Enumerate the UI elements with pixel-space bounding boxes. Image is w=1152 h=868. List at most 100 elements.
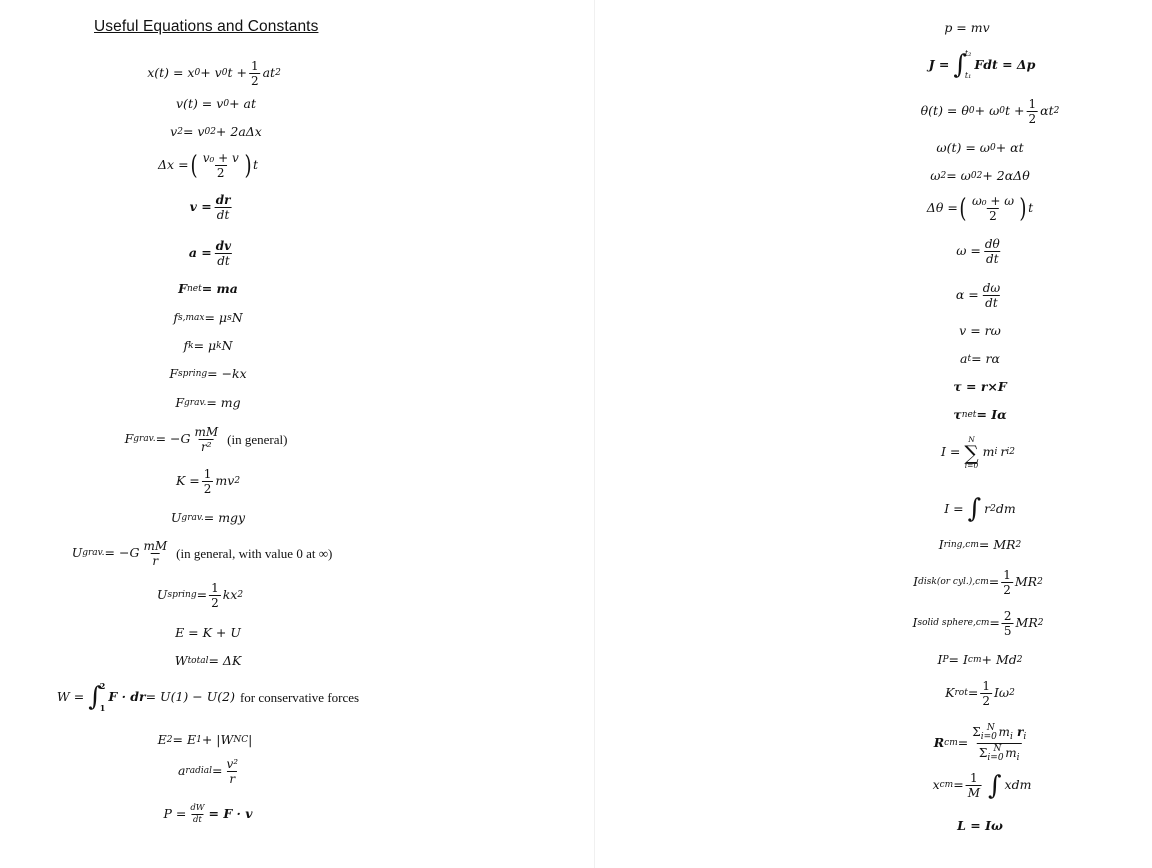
denominator: 5: [1001, 623, 1014, 638]
equation-kinetic-friction: fk = μkN: [183, 339, 232, 353]
eq-text: = mg: [206, 395, 241, 410]
eq-text: MR: [1015, 615, 1038, 631]
eq-text: Iω: [993, 685, 1010, 701]
numerator: 1: [970, 771, 978, 785]
eq-sup: 2: [1037, 618, 1044, 628]
eq-text: v = rω: [959, 323, 1001, 338]
denominator: r²: [199, 439, 214, 454]
eq-sub: grav.: [181, 512, 204, 523]
denominator: dt: [984, 251, 1001, 266]
lower-limit: 1: [99, 703, 106, 713]
page-divider: [594, 0, 595, 868]
left-paren: (: [959, 193, 967, 224]
eq-text: + 2aΔx: [215, 124, 262, 139]
numerator: v₀ + v: [202, 151, 239, 165]
denominator: dt: [190, 813, 204, 825]
summation: N ∑ i=0: [964, 436, 978, 469]
eq-text: U: [71, 545, 83, 561]
eq-text: =: [989, 615, 1000, 631]
fraction: mM r²: [192, 426, 220, 453]
eq-text: =: [211, 763, 223, 779]
numerator: v²: [226, 757, 239, 771]
eq-text: L = Iω: [957, 818, 1003, 833]
eq-text: m: [1001, 746, 1017, 760]
equation-ring-inertia: Iring,cm = MR 2: [939, 538, 1022, 552]
eq-text: = ma: [201, 281, 238, 296]
denominator: 2: [214, 165, 227, 180]
fraction: 12: [1001, 569, 1013, 596]
eq-sup: 2: [1037, 577, 1043, 587]
eq-text: K: [945, 685, 955, 701]
eq-text: + αt: [995, 140, 1024, 155]
eq-sup: 2: [275, 68, 281, 78]
equation-velocity-time: v(t) = v0 + at: [176, 96, 256, 111]
equation-work-integral: W = ∫ 2 1 F · dr = U(1) − U(2) for conserv…: [57, 682, 359, 712]
denominator: 2: [1026, 111, 1039, 126]
eq-text: xdm: [1004, 777, 1032, 793]
eq-sup: 2: [234, 476, 241, 486]
denominator: 2: [980, 693, 992, 708]
eq-text: + |W: [201, 732, 234, 747]
eq-text: + ω: [974, 103, 1000, 119]
equation-omega-derivative: ω = dθ dt: [956, 238, 1004, 265]
equation-torque: τ = r×F: [953, 380, 1007, 394]
eq-text: N: [231, 310, 243, 325]
equation-center-of-mass-integral: x cm = 1M ∫ xdm: [933, 772, 1032, 799]
upper-limit: t₂: [964, 49, 972, 58]
eq-note: (in general, with value 0 at ∞): [176, 546, 333, 561]
eq-text: E = K + U: [175, 625, 241, 640]
eq-text: a: [960, 351, 968, 366]
sigma-icon: ∑: [964, 440, 979, 465]
eq-sub: NC: [233, 734, 249, 745]
eq-text: + at: [229, 96, 256, 111]
eq-text: + 2αΔθ: [982, 168, 1030, 183]
eq-text: = I: [948, 652, 968, 667]
numerator: mM: [143, 539, 168, 553]
eq-sup: 2: [237, 590, 244, 600]
eq-text: x(t) = x: [147, 65, 195, 81]
eq-text: E: [157, 732, 167, 747]
left-paren: (: [190, 150, 198, 181]
eq-text: U: [156, 587, 168, 603]
eq-text: α =: [955, 287, 979, 303]
eq-sub: cm: [944, 738, 958, 748]
eq-text: v =: [189, 199, 212, 215]
equation-tangential-acceleration: at = rα: [960, 351, 1000, 366]
equation-acceleration-derivative: a = dv dt: [189, 240, 235, 267]
eq-text: a =: [188, 245, 212, 261]
eq-text: θ(t) = θ: [920, 103, 969, 119]
eq-text: = −kx: [207, 366, 247, 381]
equation-kinetic-energy: K = 12 mv 2: [176, 468, 240, 495]
equation-tangential-velocity: v = rω: [959, 323, 1001, 338]
fraction: 25: [1001, 609, 1014, 638]
eq-text: = −G: [104, 545, 140, 561]
eq-text: a: [177, 763, 186, 779]
eq-text: ω: [930, 168, 941, 183]
fraction: 12: [201, 468, 214, 495]
numerator: 2: [1003, 609, 1012, 623]
fraction: 1M: [965, 771, 982, 799]
eq-text: m: [994, 725, 1010, 739]
numerator: 1: [1028, 97, 1037, 111]
eq-text: = −G: [155, 431, 191, 447]
eq-text: + Md: [981, 652, 1017, 667]
eq-text: R: [933, 735, 945, 751]
eq-sub: cm: [939, 780, 954, 790]
eq-text: = E: [172, 732, 197, 747]
eq-sub: cm: [967, 654, 982, 665]
eq-note: (in general): [227, 432, 288, 447]
denominator: dt: [983, 295, 1000, 310]
numerator: dW: [190, 803, 205, 813]
eq-sub: rot: [954, 688, 968, 698]
fraction: dW dt: [188, 804, 206, 824]
eq-text: t +: [1005, 103, 1025, 119]
eq-sub: i: [994, 447, 998, 457]
equation-spring-potential: Uspring = 12 kx 2: [157, 582, 243, 609]
eq-text: αt: [1040, 103, 1054, 119]
equation-rotational-kinetic-energy: Krot = 12 Iω 2: [945, 680, 1015, 707]
equation-angular-velocity-time: ω(t) = ω0 + αt: [936, 140, 1024, 155]
eq-text: Δx =: [158, 157, 189, 173]
eq-text: =: [953, 777, 964, 793]
equation-radial-acceleration: a radial = v² r: [178, 758, 242, 785]
fraction: 12: [1026, 97, 1039, 126]
